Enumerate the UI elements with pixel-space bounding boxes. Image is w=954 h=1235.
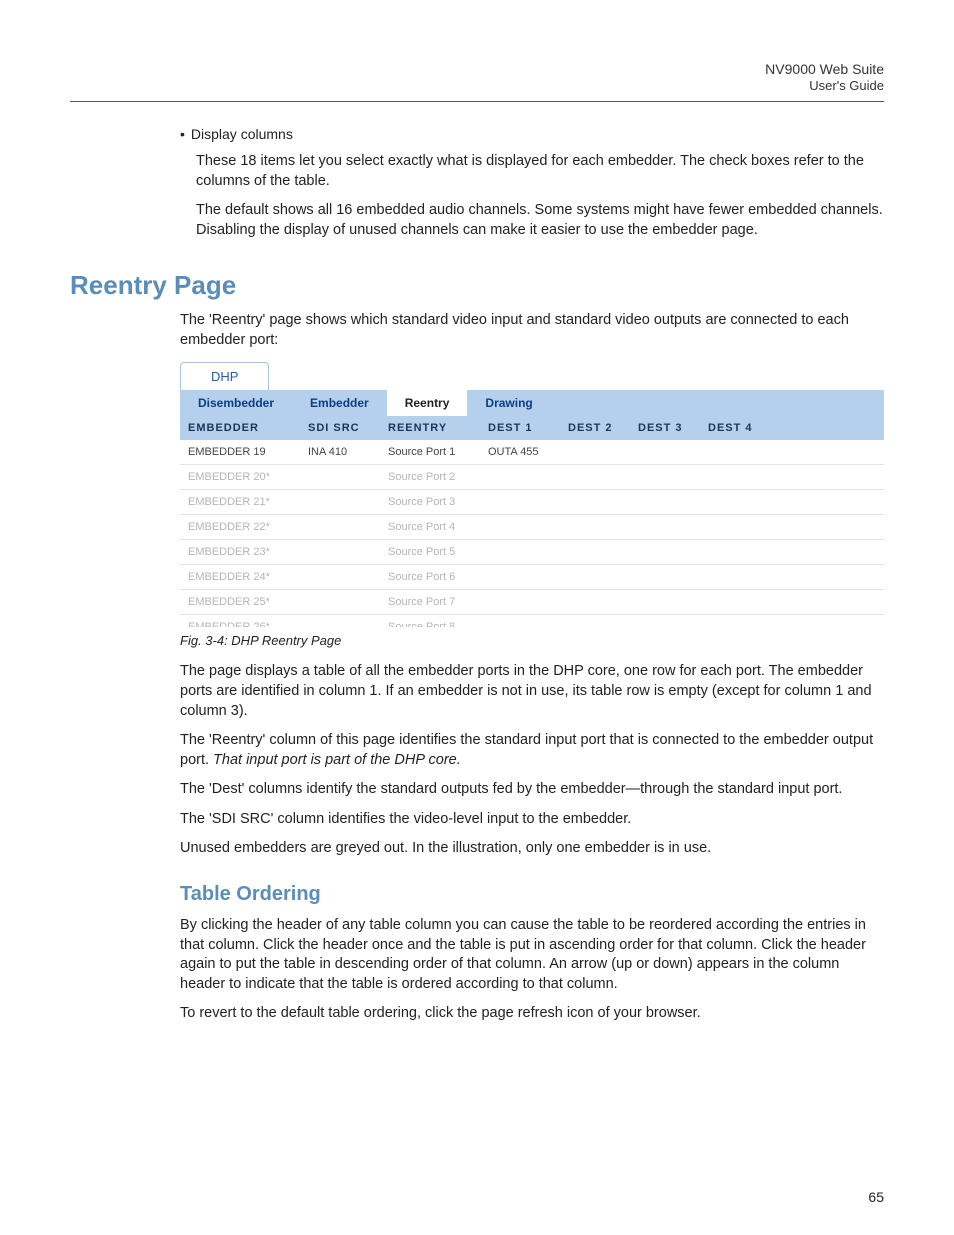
table-cell: Source Port 5	[380, 540, 480, 564]
table-cell: Source Port 3	[380, 490, 480, 514]
table-cell	[630, 440, 700, 464]
table-cell	[560, 440, 630, 464]
table-cell: EMBEDDER 22*	[180, 515, 300, 539]
table-cell	[480, 490, 560, 514]
table-cell	[300, 615, 380, 627]
column-header[interactable]: DEST 1	[480, 416, 560, 440]
table-cell: Source Port 6	[380, 565, 480, 589]
table-cell	[700, 540, 770, 564]
body-p4: The 'SDI SRC' column identifies the vide…	[180, 810, 884, 830]
table-cell	[630, 515, 700, 539]
tab-dhp[interactable]: DHP	[180, 362, 269, 390]
table-cell: INA 410	[300, 440, 380, 464]
table-cell: Source Port 8	[380, 615, 480, 627]
figure-dhp-reentry: DHP DisembedderEmbedderReentryDrawing EM…	[180, 362, 884, 627]
doc-title: NV9000 Web Suite	[70, 60, 884, 78]
table-row: EMBEDDER 21* Source Port 3	[180, 490, 884, 515]
table-row: EMBEDDER 19INA 410Source Port 1OUTA 455	[180, 440, 884, 465]
table-cell	[480, 590, 560, 614]
table-cell	[300, 540, 380, 564]
table-cell: Source Port 2	[380, 465, 480, 489]
table-cell	[480, 565, 560, 589]
table-cell	[630, 615, 700, 627]
column-header[interactable]: SDI SRC	[300, 416, 380, 440]
subsection-heading-table-ordering: Table Ordering	[180, 883, 884, 906]
section-heading-reentry: Reentry Page	[70, 270, 884, 301]
subtab-drawing[interactable]: Drawing	[467, 390, 550, 416]
column-header[interactable]: DEST 4	[700, 416, 770, 440]
table-cell	[560, 490, 630, 514]
page-number: 65	[868, 1189, 884, 1205]
figure-caption: Fig. 3-4: DHP Reentry Page	[180, 633, 884, 648]
table-cell	[480, 540, 560, 564]
table-cell: EMBEDDER 20*	[180, 465, 300, 489]
table-cell	[560, 515, 630, 539]
table-cell	[300, 465, 380, 489]
doc-subtitle: User's Guide	[70, 78, 884, 95]
subtab-reentry[interactable]: Reentry	[387, 390, 468, 416]
table-cell: Source Port 1	[380, 440, 480, 464]
column-header[interactable]: DEST 2	[560, 416, 630, 440]
table-cell	[480, 615, 560, 627]
table-row: EMBEDDER 26* Source Port 8	[180, 615, 884, 627]
table-cell	[630, 590, 700, 614]
body-p2: The 'Reentry' column of this page identi…	[180, 731, 884, 770]
table-row: EMBEDDER 24* Source Port 6	[180, 565, 884, 590]
table-cell	[300, 515, 380, 539]
bullet-text: Display columns	[191, 126, 293, 142]
intro-paragraph-2: The default shows all 16 embedded audio …	[196, 201, 884, 240]
table-cell	[700, 615, 770, 627]
table-cell	[700, 590, 770, 614]
table-cell: EMBEDDER 24*	[180, 565, 300, 589]
subtab-disembedder[interactable]: Disembedder	[180, 390, 292, 416]
column-header[interactable]: EMBEDDER	[180, 416, 300, 440]
table-cell	[560, 540, 630, 564]
table-cell	[480, 515, 560, 539]
table-cell: EMBEDDER 21*	[180, 490, 300, 514]
table-cell: Source Port 7	[380, 590, 480, 614]
table-cell	[700, 490, 770, 514]
table-cell: EMBEDDER 25*	[180, 590, 300, 614]
bullet-item: • Display columns	[180, 126, 884, 142]
table-cell	[480, 465, 560, 489]
body-p3: The 'Dest' columns identify the standard…	[180, 780, 884, 800]
table-cell	[700, 465, 770, 489]
table-cell	[630, 540, 700, 564]
table-cell	[560, 615, 630, 627]
table-cell: Source Port 4	[380, 515, 480, 539]
page-header: NV9000 Web Suite User's Guide	[70, 60, 884, 102]
table-cell: OUTA 455	[480, 440, 560, 464]
column-header[interactable]: DEST 3	[630, 416, 700, 440]
table-cell	[560, 590, 630, 614]
table-cell	[700, 440, 770, 464]
table-row: EMBEDDER 23* Source Port 5	[180, 540, 884, 565]
table-cell: EMBEDDER 26*	[180, 615, 300, 627]
table-cell	[630, 490, 700, 514]
bullet-dot-icon: •	[180, 126, 185, 142]
table-cell	[630, 465, 700, 489]
subtab-embedder[interactable]: Embedder	[292, 390, 387, 416]
table-row: EMBEDDER 20* Source Port 2	[180, 465, 884, 490]
table-row: EMBEDDER 25* Source Port 7	[180, 590, 884, 615]
table-cell: EMBEDDER 23*	[180, 540, 300, 564]
ordering-p2: To revert to the default table ordering,…	[180, 1004, 884, 1024]
table-cell: EMBEDDER 19	[180, 440, 300, 464]
intro-paragraph-1: These 18 items let you select exactly wh…	[196, 152, 884, 191]
table-cell	[630, 565, 700, 589]
table-cell	[700, 565, 770, 589]
table-cell	[560, 565, 630, 589]
table-cell	[700, 515, 770, 539]
section-lead: The 'Reentry' page shows which standard …	[180, 311, 884, 350]
table-cell	[300, 490, 380, 514]
table-cell	[560, 465, 630, 489]
table-cell	[300, 590, 380, 614]
body-p5: Unused embedders are greyed out. In the …	[180, 839, 884, 859]
body-p1: The page displays a table of all the emb…	[180, 662, 884, 721]
column-header[interactable]: REENTRY	[380, 416, 480, 440]
table-row: EMBEDDER 22* Source Port 4	[180, 515, 884, 540]
ordering-p1: By clicking the header of any table colu…	[180, 916, 884, 994]
table-cell	[300, 565, 380, 589]
